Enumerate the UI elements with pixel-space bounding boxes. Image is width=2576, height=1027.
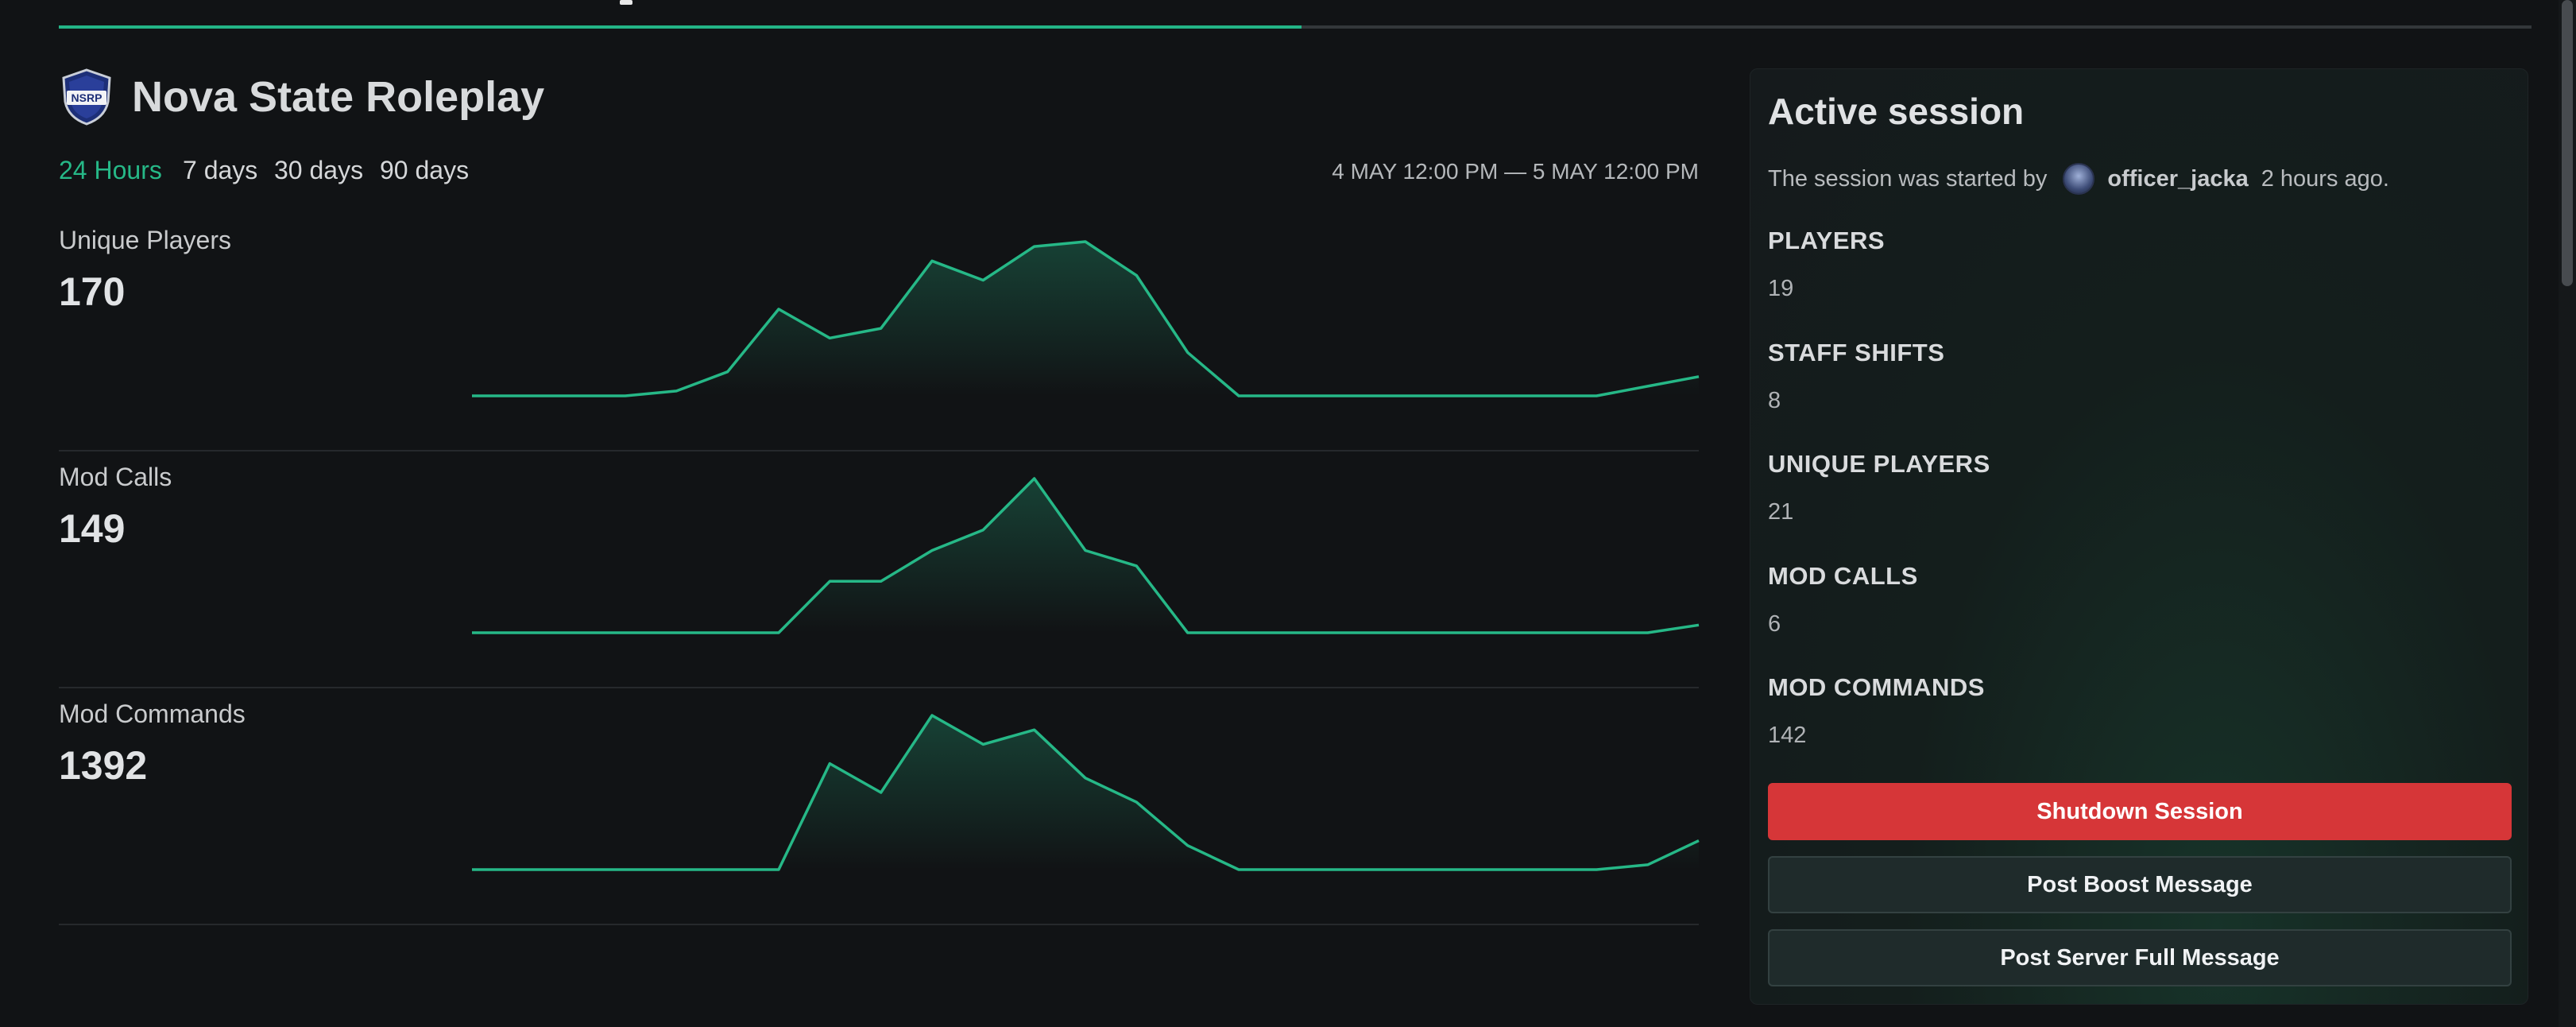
range-24-hours[interactable]: 24 Hours (59, 156, 162, 185)
date-range: 4 MAY 12:00 PM — 5 MAY 12:00 PM (1332, 159, 1699, 184)
active-session-panel: Active session The session was started b… (1750, 68, 2528, 1005)
top-tab-bar (59, 0, 2532, 29)
active-tab-indicator (59, 25, 1302, 29)
stat-label: Unique Players (59, 226, 231, 254)
unique-players-chart (472, 240, 1700, 397)
session-title: Active session (1768, 91, 2025, 132)
stat-mod-commands: Mod Commands 1392 (59, 688, 1700, 925)
session-stat-value: 142 (1768, 723, 1807, 748)
range-90-days[interactable]: 90 days (380, 156, 469, 185)
stat-value: 1392 (59, 743, 148, 788)
page-scrollbar[interactable] (2559, 0, 2576, 1027)
stat-label: Mod Commands (59, 700, 246, 728)
started-ago: 2 hours ago. (2261, 165, 2389, 192)
chart-area-fill (472, 242, 1699, 396)
session-started-line: The session was started by officer_jacka… (1768, 161, 2389, 196)
session-stat-key: UNIQUE PLAYERS (1768, 450, 1990, 478)
started-prefix: The session was started by (1768, 165, 2048, 192)
scrollbar-thumb[interactable] (2562, 0, 2573, 286)
chart-area-fill (472, 479, 1699, 633)
session-stat-value: 6 (1768, 611, 1781, 637)
session-stat-players: PLAYERS 19 (1768, 227, 1885, 302)
session-stat-key: PLAYERS (1768, 227, 1886, 254)
post-boost-message-button[interactable]: Post Boost Message (1768, 856, 2512, 913)
shield-badge-icon: NSRP (62, 68, 111, 126)
shutdown-session-button[interactable]: Shutdown Session (1768, 783, 2512, 840)
stat-label: Mod Calls (59, 463, 172, 491)
session-stat-mod-commands: MOD COMMANDS 142 (1768, 673, 1985, 749)
session-stat-mod-calls: MOD CALLS 6 (1768, 562, 1918, 638)
mod-calls-chart (472, 477, 1700, 634)
chart-area-fill (472, 715, 1699, 870)
stat-value: 170 (59, 269, 126, 314)
server-title: Nova State Roleplay (132, 73, 545, 121)
session-stat-key: STAFF SHIFTS (1768, 339, 1945, 366)
range-7-days[interactable]: 7 days (183, 156, 257, 185)
overview-section: NSRP Nova State Roleplay 24 Hours 7 days… (59, 67, 1700, 925)
session-stat-key: MOD COMMANDS (1768, 673, 1985, 701)
stat-value: 149 (59, 506, 126, 551)
stat-unique-players: Unique Players 170 (59, 215, 1700, 451)
session-stat-key: MOD CALLS (1768, 562, 1918, 590)
session-stat-unique-players: UNIQUE PLAYERS 21 (1768, 450, 1990, 525)
time-range-selector: 24 Hours 7 days 30 days 90 days 4 MAY 12… (59, 156, 1699, 191)
gear-icon[interactable] (1851, 0, 1874, 6)
stat-mod-calls: Mod Calls 149 (59, 451, 1700, 688)
mod-commands-chart (472, 714, 1700, 871)
server-header: NSRP Nova State Roleplay (59, 67, 1699, 127)
range-30-days[interactable]: 30 days (274, 156, 363, 185)
user-icon[interactable] (615, 0, 637, 6)
post-server-full-message-button[interactable]: Post Server Full Message (1768, 929, 2512, 986)
svg-text:NSRP: NSRP (72, 91, 102, 104)
session-stat-staff-shifts: STAFF SHIFTS 8 (1768, 339, 1944, 414)
session-stat-value: 21 (1768, 499, 1794, 525)
avatar[interactable] (2063, 163, 2095, 195)
session-stat-value: 19 (1768, 276, 1794, 301)
session-stat-value: 8 (1768, 388, 1781, 413)
started-by-username[interactable]: officer_jacka (2107, 166, 2248, 192)
